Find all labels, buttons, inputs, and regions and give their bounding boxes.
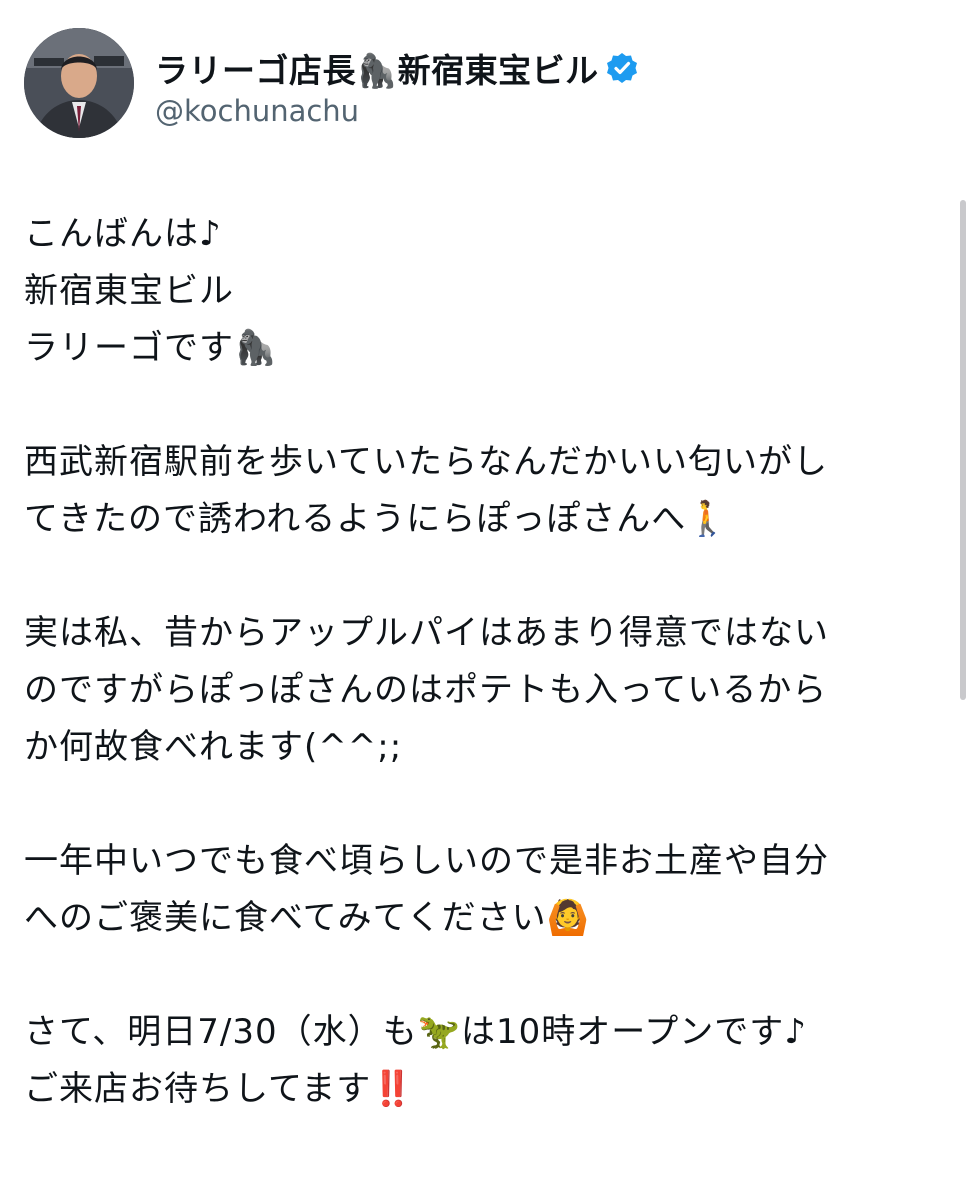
tweet-line: へのご褒美に食べてみてください🙆 <box>24 898 590 938</box>
tweet-line: 西武新宿駅前を歩いていたらなんだかいい匂いがし <box>24 442 828 482</box>
display-name-text[interactable]: ラリーゴ店長🦍新宿東宝ビル <box>155 44 599 92</box>
tweet-line: ラリーゴです🦍 <box>24 328 278 368</box>
display-name[interactable]: ラリーゴ店長🦍新宿東宝ビル <box>155 44 639 92</box>
tweet-line: か何故食べれます(^^;; <box>24 727 403 767</box>
tweet-line: さて、明日7/30（水）も🦖は10時オープンです♪ <box>24 1012 807 1052</box>
tweet-line: ご来店お待ちしてます‼️ <box>24 1069 415 1109</box>
tweet-line: 一年中いつでも食べ頃らしいので是非お土産や自分 <box>24 841 829 881</box>
avatar[interactable] <box>24 28 134 138</box>
scrollbar[interactable] <box>960 200 966 700</box>
verified-badge-icon <box>605 51 639 85</box>
user-handle[interactable]: @kochunachu <box>155 94 359 128</box>
tweet-line: のですがらぽっぽさんのはポテトも入っているから <box>24 670 828 710</box>
tweet-line: 実は私、昔からアップルパイはあまり得意ではない <box>24 613 829 653</box>
tweet-text: こんばんは♪ 新宿東宝ビル ラリーゴです🦍 西武新宿駅前を歩いていたらなんだかい… <box>24 206 944 1118</box>
tweet-line: てきたので誘われるようにらぽっぽさんへ🚶 <box>24 499 730 539</box>
tweet-line: 新宿東宝ビル <box>24 271 234 311</box>
tweet-line: こんばんは♪ <box>24 214 222 254</box>
tweet-header: ラリーゴ店長🦍新宿東宝ビル @kochunachu <box>24 28 924 148</box>
